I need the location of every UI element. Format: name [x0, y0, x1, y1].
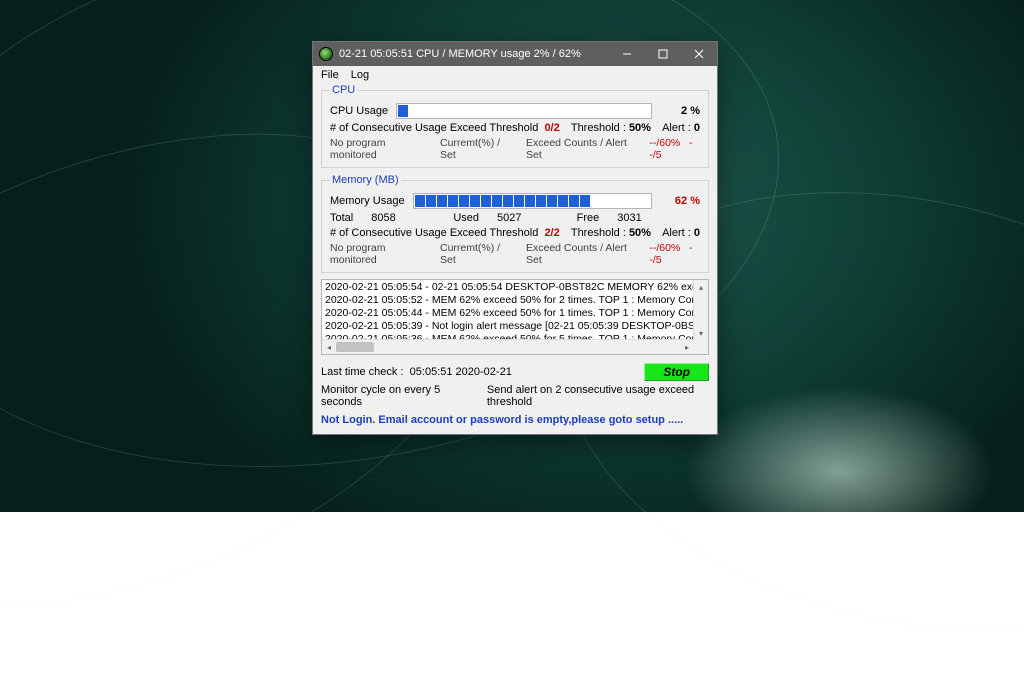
cpu-alert-value: 0: [694, 122, 700, 134]
memory-usage-pct: 62 %: [660, 195, 700, 207]
cpu-usage-bar: [396, 103, 652, 119]
mem-total-label: Total: [330, 212, 353, 224]
horizontal-scrollbar[interactable]: ◂ ▸: [322, 339, 694, 354]
scroll-down-icon[interactable]: ▾: [694, 326, 708, 340]
memory-usage-label: Memory Usage: [330, 195, 405, 207]
cpu-exceed-label: # of Consecutive Usage Exceed Threshold: [330, 122, 538, 134]
cpu-set-a: --/60%: [649, 137, 680, 149]
scroll-right-icon[interactable]: ▸: [680, 340, 694, 354]
cpu-col-exceed: Exceed Counts / Alert Set: [526, 137, 635, 161]
mem-free-label: Free: [577, 212, 600, 224]
mem-threshold-value: 50%: [629, 227, 651, 239]
menubar: File Log: [313, 66, 717, 84]
scroll-corner: [694, 340, 708, 354]
cpu-threshold-label: Threshold :: [571, 122, 626, 134]
scroll-thumb[interactable]: [336, 342, 374, 352]
mem-set-a: --/60%: [649, 242, 680, 254]
mem-threshold-label: Threshold :: [571, 227, 626, 239]
send-alert-text: Send alert on 2 consecutive usage exceed…: [487, 384, 709, 408]
memory-legend: Memory (MB): [330, 174, 401, 186]
maximize-button[interactable]: [645, 42, 681, 66]
titlebar[interactable]: 02-21 05:05:51 CPU / MEMORY usage 2% / 6…: [313, 42, 717, 66]
log-list[interactable]: 2020-02-21 05:05:54 - 02-21 05:05:54 DES…: [321, 279, 709, 355]
cpu-legend: CPU: [330, 84, 357, 96]
login-status-message: Not Login. Email account or password is …: [321, 414, 709, 426]
mem-col-current: Curremt(%) / Set: [440, 242, 512, 266]
cpu-threshold-value: 50%: [629, 122, 651, 134]
stop-button[interactable]: Stop: [644, 363, 709, 381]
log-line[interactable]: 2020-02-21 05:05:39 - Not login alert me…: [325, 320, 694, 333]
monitor-cycle-text: Monitor cycle on every 5 seconds: [321, 384, 463, 408]
mem-used-value: 5027: [497, 212, 521, 224]
cpu-usage-label: CPU Usage: [330, 105, 388, 117]
memory-usage-bar: [413, 193, 652, 209]
cpu-usage-pct: 2 %: [660, 105, 700, 117]
mem-used-label: Used: [453, 212, 479, 224]
cpu-panel: CPU CPU Usage 2 % # of Consecutive Usage…: [321, 84, 709, 168]
cpu-col-current: Curremt(%) / Set: [440, 137, 512, 161]
last-check-label: Last time check :: [321, 366, 404, 378]
log-line[interactable]: 2020-02-21 05:05:44 - MEM 62% exceed 50%…: [325, 307, 694, 320]
cpu-alert-label: Alert :: [662, 122, 691, 134]
app-icon: [319, 47, 333, 61]
mem-total-value: 8058: [371, 212, 395, 224]
mem-exceed-label: # of Consecutive Usage Exceed Threshold: [330, 227, 538, 239]
mem-no-program: No program monitored: [330, 242, 426, 266]
scroll-up-icon[interactable]: ▴: [694, 280, 708, 294]
monitor-window: 02-21 05:05:51 CPU / MEMORY usage 2% / 6…: [312, 41, 718, 435]
last-check-value: 05:05:51 2020-02-21: [410, 366, 512, 378]
minimize-button[interactable]: [609, 42, 645, 66]
memory-panel: Memory (MB) Memory Usage 62 % Total8058 …: [321, 174, 709, 273]
menu-log[interactable]: Log: [345, 68, 375, 82]
cpu-exceed-count: 0/2: [544, 122, 559, 134]
cpu-no-program: No program monitored: [330, 137, 426, 161]
window-title: 02-21 05:05:51 CPU / MEMORY usage 2% / 6…: [339, 48, 609, 60]
vertical-scrollbar[interactable]: ▴ ▾: [693, 280, 708, 340]
mem-alert-label: Alert :: [662, 227, 691, 239]
mem-free-value: 3031: [617, 212, 641, 224]
log-line[interactable]: 2020-02-21 05:05:52 - MEM 62% exceed 50%…: [325, 294, 694, 307]
mem-col-exceed: Exceed Counts / Alert Set: [526, 242, 635, 266]
close-button[interactable]: [681, 42, 717, 66]
mem-alert-value: 0: [694, 227, 700, 239]
mem-exceed-count: 2/2: [544, 227, 559, 239]
log-line[interactable]: 2020-02-21 05:05:54 - 02-21 05:05:54 DES…: [325, 281, 694, 294]
menu-file[interactable]: File: [315, 68, 345, 82]
scroll-left-icon[interactable]: ◂: [322, 340, 336, 354]
